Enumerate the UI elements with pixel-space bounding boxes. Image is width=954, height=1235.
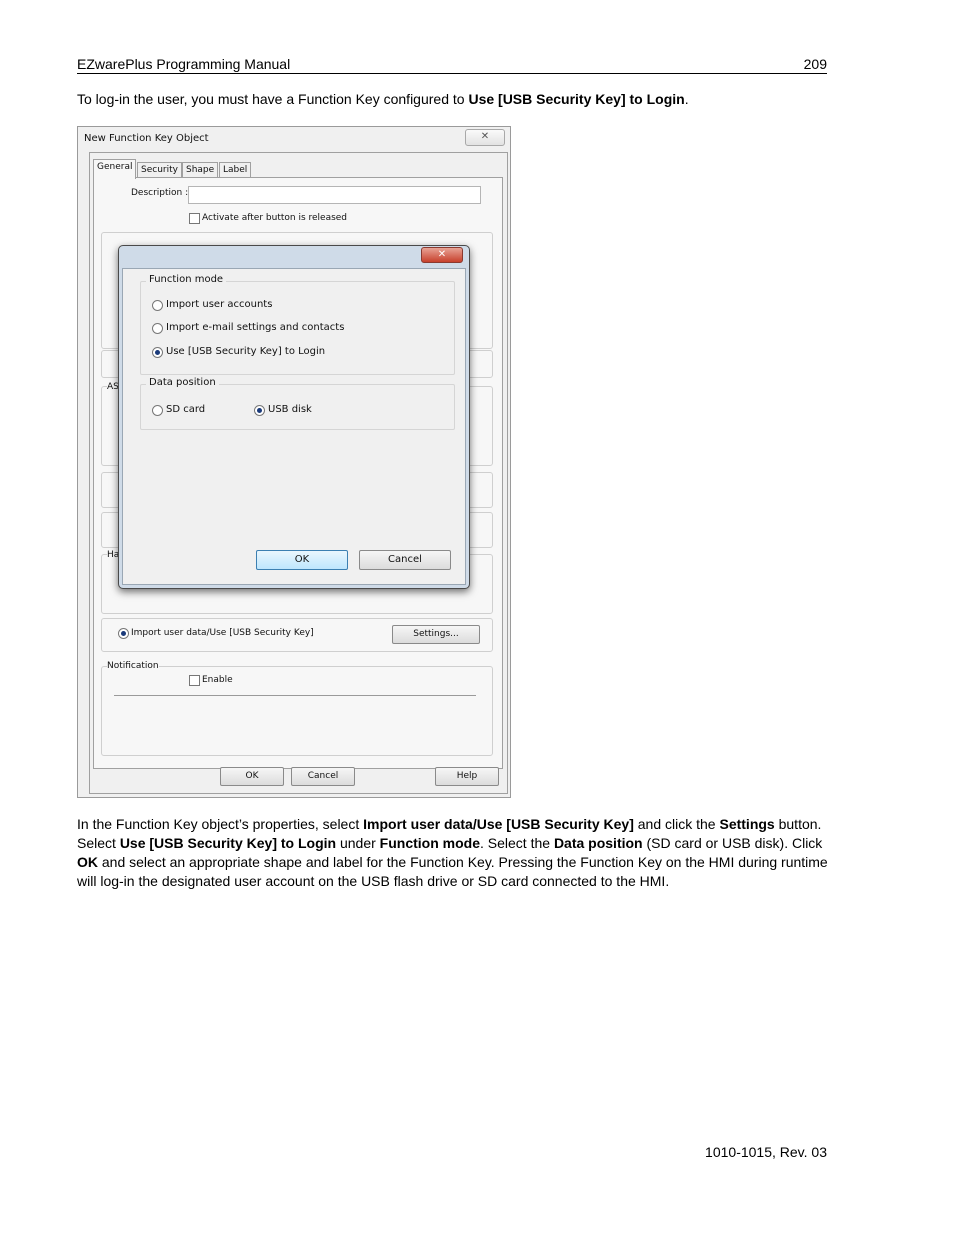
document-title: EZwarePlus Programming Manual	[77, 56, 291, 72]
function-mode-title: Function mode	[146, 274, 227, 285]
notification-title: Notification	[107, 661, 159, 671]
window-title: New Function Key Object	[84, 133, 209, 144]
settings-dialog: ✕ Function mode Import user accounts Imp…	[118, 245, 470, 589]
tab-label[interactable]: Label	[219, 162, 252, 178]
description-input[interactable]	[188, 186, 481, 204]
tab-general[interactable]: General	[93, 159, 137, 179]
divider	[114, 695, 476, 696]
import-user-accounts-label: Import user accounts	[166, 299, 273, 310]
cancel-button[interactable]: Cancel	[291, 767, 355, 786]
usb-disk-radio[interactable]	[254, 405, 265, 416]
import-user-data-label: Import user data/Use [USB Security Key]	[131, 628, 314, 638]
footer-revision: 1010-1015, Rev. 03	[705, 1144, 827, 1160]
import-user-accounts-radio[interactable]	[152, 300, 163, 311]
tab-security[interactable]: Security	[137, 162, 182, 178]
ok-button[interactable]: OK	[220, 767, 284, 786]
header-rule	[77, 73, 827, 74]
activate-label: Activate after button is released	[202, 213, 348, 223]
usb-security-key-login-label: Use [USB Security Key] to Login	[166, 346, 326, 357]
activate-checkbox[interactable]	[189, 213, 200, 224]
enable-label: Enable	[202, 675, 233, 685]
sd-card-radio[interactable]	[152, 405, 163, 416]
usb-disk-label: USB disk	[268, 404, 312, 415]
sd-card-label: SD card	[166, 404, 206, 415]
tab-shape[interactable]: Shape	[182, 162, 219, 178]
import-email-label: Import e-mail settings and contacts	[166, 322, 345, 333]
page-number: 209	[803, 56, 827, 72]
enable-checkbox[interactable]	[189, 675, 200, 686]
import-user-data-radio[interactable]	[118, 628, 129, 639]
close-icon[interactable]: ✕	[465, 129, 505, 146]
notification-group	[101, 666, 493, 756]
description-label: Description :	[131, 188, 189, 198]
dialog-cancel-button[interactable]: Cancel	[359, 550, 451, 570]
dialog-ok-button[interactable]: OK	[256, 550, 348, 570]
help-button[interactable]: Help	[435, 767, 499, 786]
intro-paragraph: To log-in the user, you must have a Func…	[77, 91, 689, 107]
settings-button[interactable]: Settings...	[392, 625, 480, 644]
import-email-radio[interactable]	[152, 323, 163, 334]
usb-security-key-login-radio[interactable]	[152, 347, 163, 358]
body-paragraph: In the Function Key object’s properties,…	[77, 816, 828, 889]
dialog-close-icon[interactable]: ✕	[421, 247, 463, 263]
function-key-dialog-screenshot: New Function Key Object ✕ General Securi…	[77, 126, 511, 798]
data-position-title: Data position	[146, 377, 219, 388]
settings-dialog-body: Function mode Import user accounts Impor…	[122, 268, 466, 585]
